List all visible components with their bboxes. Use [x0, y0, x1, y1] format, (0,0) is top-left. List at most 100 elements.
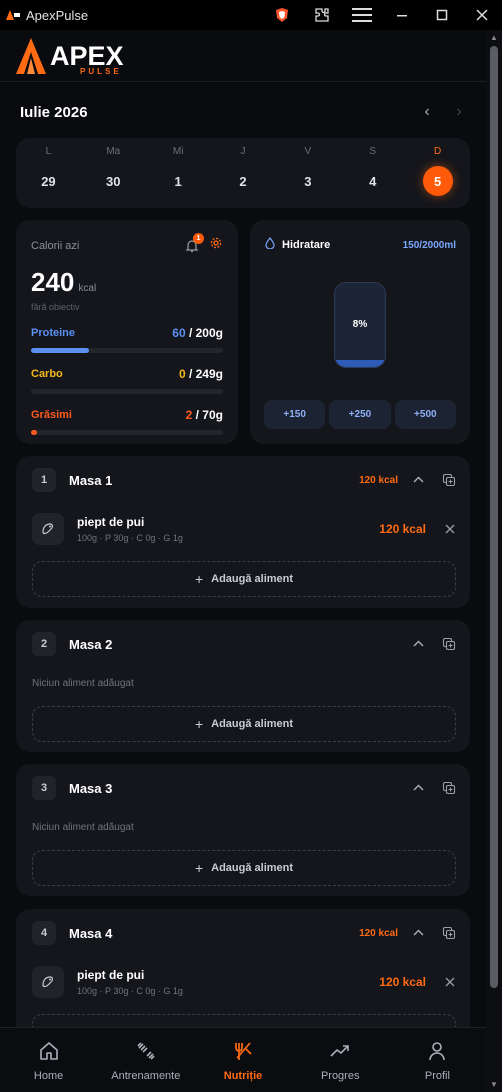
scroll-thumb[interactable]	[490, 46, 498, 988]
month-title: Iulie 2026	[20, 103, 88, 121]
calendar-day[interactable]: Ma 30	[81, 138, 146, 208]
day-letter: Mi	[172, 146, 184, 157]
calendar-day[interactable]: S4	[340, 138, 405, 208]
page-scrollbar[interactable]: ▲ ▼	[486, 30, 502, 1092]
duplicate-meal-icon[interactable]	[442, 637, 456, 651]
food-kcal: 120 kcal	[379, 975, 426, 989]
collapse-chevron-icon[interactable]	[412, 782, 424, 794]
meal-title: Masa 1	[69, 472, 113, 488]
hydration-card: Hidratare 150/2000ml 8% +150 +250 +500	[250, 220, 470, 444]
food-kcal: 120 kcal	[379, 522, 426, 536]
month-header: Iulie 2026 ‹ ›	[20, 100, 466, 124]
scroll-down-arrow-icon[interactable]: ▼	[490, 1080, 498, 1089]
empty-meal-note: Niciun aliment adăugat	[32, 678, 134, 689]
remove-food-icon[interactable]	[444, 521, 456, 537]
food-icon	[32, 513, 64, 545]
day-letter: J	[240, 146, 246, 157]
plus-icon: +	[194, 716, 204, 732]
meal-card: 1 Masa 1 120 kcal piept de pui 100g · P 30g …	[16, 456, 470, 608]
collapse-chevron-icon[interactable]	[412, 638, 424, 650]
plus-icon: +	[194, 571, 204, 587]
day-letter: D	[433, 146, 442, 157]
macro-progress-fill	[31, 348, 89, 353]
bottom-navigation: Home Antrenamente Nutriție Progres Profil	[0, 1027, 486, 1092]
meal-header[interactable]: 2 Masa 2	[32, 632, 456, 656]
nav-tab-utensils[interactable]: Nutriție	[194, 1028, 291, 1092]
macro-values: 2 / 70g	[186, 408, 223, 422]
food-item[interactable]: piept de pui 100g · P 30g · C 0g · G 1g 12…	[32, 512, 456, 546]
duplicate-meal-icon[interactable]	[442, 781, 456, 795]
duplicate-meal-icon[interactable]	[442, 926, 456, 940]
trend-icon	[329, 1040, 351, 1062]
extensions-icon[interactable]	[302, 0, 342, 30]
brand-logo[interactable]: APEX PULSE	[16, 37, 124, 76]
close-icon[interactable]	[462, 0, 502, 30]
notification-bell-icon[interactable]: 1	[185, 232, 204, 253]
hydration-amount: 150/2000ml	[402, 239, 456, 251]
day-letter: V	[304, 146, 312, 157]
water-bottle-gauge: 8%	[334, 282, 386, 368]
nav-label: Progres	[320, 1070, 360, 1082]
brand-name: APEX	[50, 40, 124, 71]
calendar-day[interactable]: J2	[211, 138, 276, 208]
day-letter: Ma	[106, 146, 121, 157]
meal-header[interactable]: 4 Masa 4 120 kcal	[32, 921, 456, 945]
next-week-chevron-icon[interactable]: ›	[452, 103, 466, 121]
remove-food-icon[interactable]	[444, 974, 456, 990]
add-water-button[interactable]: +250	[329, 400, 391, 429]
add-food-button[interactable]: + Adaugă aliment	[32, 706, 456, 742]
day-number: 3	[304, 173, 312, 189]
menu-icon[interactable]	[342, 0, 382, 30]
minimize-icon[interactable]	[382, 0, 422, 30]
window-title: ApexPulse	[26, 7, 89, 23]
meal-title: Masa 2	[69, 636, 113, 652]
app-logo-icon	[6, 10, 20, 20]
home-icon	[38, 1040, 60, 1062]
empty-meal-note: Niciun aliment adăugat	[32, 822, 134, 833]
water-fill-level	[335, 360, 385, 367]
brave-shield-icon[interactable]	[262, 0, 302, 30]
nav-label: Antrenamente	[111, 1070, 181, 1082]
food-item[interactable]: piept de pui 100g · P 30g · C 0g · G 1g 12…	[32, 965, 456, 999]
scroll-up-arrow-icon[interactable]: ▲	[490, 33, 498, 42]
add-food-button[interactable]: + Adaugă aliment	[32, 561, 456, 597]
add-water-button[interactable]: +500	[394, 400, 456, 429]
week-strip: L 29 Ma 30 Mi 1 J 2 V 3 S 4 D 5	[16, 138, 470, 208]
calories-label: Calorii azi	[31, 239, 80, 252]
utensils-icon	[232, 1040, 254, 1062]
nav-tab-user[interactable]: Profil	[389, 1028, 486, 1092]
add-food-button[interactable]: + Adaugă aliment	[32, 850, 456, 886]
day-number: 30	[106, 173, 121, 189]
food-macros: 100g · P 30g · C 0g · G 1g	[77, 986, 183, 996]
maximize-icon[interactable]	[422, 0, 462, 30]
calendar-day[interactable]: L 29	[16, 138, 81, 208]
nav-tab-trend[interactable]: Progres	[292, 1028, 389, 1092]
add-food-label: Adaugă aliment	[211, 862, 294, 874]
calendar-day[interactable]: V3	[275, 138, 340, 208]
add-water-button[interactable]: +150	[264, 400, 326, 429]
window-titlebar: ApexPulse	[0, 0, 502, 30]
nav-label: Home	[33, 1070, 64, 1082]
day-number: 29	[41, 173, 56, 189]
calories-card: Calorii azi 1 240 kcal fără obiectiv Pro…	[16, 220, 238, 444]
nav-tab-dumbbell[interactable]: Antrenamente	[97, 1028, 194, 1092]
meal-number: 2	[32, 632, 56, 656]
collapse-chevron-icon[interactable]	[412, 927, 424, 939]
prev-week-chevron-icon[interactable]: ‹	[420, 103, 434, 121]
settings-gear-icon[interactable]	[209, 236, 223, 255]
plus-icon: +	[194, 860, 204, 876]
food-macros: 100g · P 30g · C 0g · G 1g	[77, 533, 183, 543]
macro-progress-fill	[31, 430, 37, 435]
duplicate-meal-icon[interactable]	[442, 473, 456, 487]
nav-tab-home[interactable]: Home	[0, 1028, 97, 1092]
macro-target: / 70g	[195, 408, 223, 422]
calendar-day[interactable]: D5	[405, 138, 470, 208]
meal-header[interactable]: 3 Masa 3	[32, 776, 456, 800]
collapse-chevron-icon[interactable]	[412, 474, 424, 486]
nav-label: Nutriție	[223, 1070, 263, 1082]
meal-header[interactable]: 1 Masa 1 120 kcal	[32, 468, 456, 492]
meal-title: Masa 3	[69, 780, 113, 796]
hydration-percent: 8%	[352, 319, 368, 330]
calendar-day[interactable]: Mi 1	[146, 138, 211, 208]
calories-unit: kcal	[78, 283, 97, 294]
